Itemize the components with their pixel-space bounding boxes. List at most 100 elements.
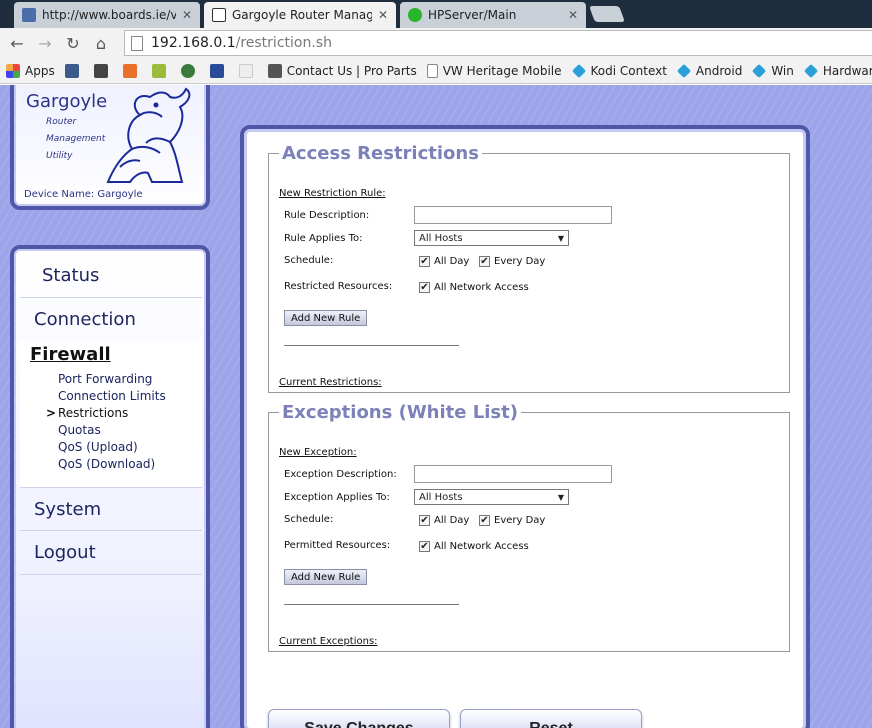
tab-gargoyle[interactable]: Gargoyle Router Manager ✕: [204, 2, 396, 28]
current-restrictions-label: Current Restrictions:: [279, 377, 382, 388]
url-path: /restriction.sh: [235, 35, 332, 51]
apps-grid-icon: [6, 63, 20, 78]
tab-hpserver[interactable]: HPServer/Main ✕: [400, 2, 586, 28]
bookmark-android[interactable]: Android: [676, 63, 743, 78]
bookmark-eye[interactable]: [180, 63, 200, 78]
add-new-exception-button[interactable]: Add New Rule: [284, 569, 368, 585]
divider: [284, 604, 459, 605]
reload-icon[interactable]: ↻: [62, 32, 84, 54]
current-page-arrow-icon: >: [46, 406, 57, 420]
bookmark-label: Win: [771, 63, 794, 78]
nav-logout[interactable]: Logout: [20, 531, 202, 575]
bookmark-win[interactable]: Win: [752, 63, 794, 78]
access-restrictions-section: Access Restrictions New Restriction Rule…: [268, 143, 790, 393]
kodi-icon: [803, 63, 818, 78]
new-restriction-label: New Restriction Rule:: [279, 188, 386, 199]
exception-applies-select[interactable]: All Hosts ▼: [414, 489, 569, 505]
dropdown-arrow-icon: ▼: [557, 492, 564, 502]
schedule-label: Schedule:: [284, 255, 334, 266]
checkbox-checked-icon: ✔: [419, 256, 430, 267]
nav-firewall[interactable]: Firewall: [30, 344, 111, 365]
nav-qos-upload[interactable]: QoS (Upload): [58, 440, 138, 454]
checkbox-label: Every Day: [494, 515, 546, 526]
all-network-access-checkbox[interactable]: ✔ All Network Access: [419, 282, 529, 293]
all-network-access-checkbox[interactable]: ✔ All Network Access: [419, 541, 529, 552]
bookmarks-bar: Apps Contact Us | Pro Parts VW Heritage …: [0, 58, 872, 84]
forward-arrow-icon[interactable]: →: [34, 32, 56, 54]
bookmark-hardware[interactable]: Hardware: [803, 63, 872, 78]
browser-toolbar: ← → ↻ ⌂ 192.168.0.1/restriction.sh: [0, 28, 872, 58]
logo-panel: Gargoyle Router Management Utility Devic…: [10, 85, 210, 210]
restricted-resources-label: Restricted Resources:: [284, 281, 393, 292]
checkbox-label: All Network Access: [434, 282, 529, 293]
checkbox-checked-icon: ✔: [419, 541, 430, 552]
select-value: All Hosts: [419, 232, 463, 244]
page-icon: [131, 35, 143, 51]
bookmark-icon: [122, 63, 137, 78]
close-icon[interactable]: ✕: [182, 8, 192, 22]
bookmark-icon: [238, 63, 253, 78]
green-dot-favicon-icon: [408, 8, 422, 22]
exceptions-section: Exceptions (White List) New Exception: E…: [268, 402, 790, 652]
nav-port-forwarding[interactable]: Port Forwarding: [58, 372, 152, 386]
main-navigation: Status Connection Firewall Port Forwardi…: [10, 245, 210, 728]
bookmark-lh[interactable]: [151, 63, 171, 78]
reset-button[interactable]: Reset: [460, 709, 642, 728]
checkbox-checked-icon: ✔: [479, 515, 490, 526]
checkbox-checked-icon: ✔: [479, 256, 490, 267]
section-title: Exceptions (White List): [282, 402, 518, 423]
bookmark-xda[interactable]: [238, 63, 258, 78]
bookmark-vw-heritage[interactable]: VW Heritage Mobile: [426, 63, 562, 78]
add-new-rule-button[interactable]: Add New Rule: [284, 310, 368, 326]
address-bar[interactable]: 192.168.0.1/restriction.sh: [124, 30, 872, 56]
bookmark-icon: [64, 63, 79, 78]
photo-icon: [267, 63, 282, 78]
nav-status[interactable]: Status: [20, 254, 202, 298]
bookmark-g[interactable]: [93, 63, 113, 78]
nav-system[interactable]: System: [20, 487, 202, 531]
bookmark-kodi-context[interactable]: Kodi Context: [571, 63, 667, 78]
bookmark-1[interactable]: [64, 63, 84, 78]
back-arrow-icon[interactable]: ←: [6, 32, 28, 54]
bookmark-j[interactable]: [122, 63, 142, 78]
logo-subtitle: Router: [46, 117, 77, 127]
url-host: 192.168.0.1: [151, 35, 236, 51]
page-content: Gargoyle Router Management Utility Devic…: [0, 85, 872, 728]
bookmark-contact-us[interactable]: Contact Us | Pro Parts: [267, 63, 417, 78]
page-icon: [426, 63, 438, 78]
nav-connection-limits[interactable]: Connection Limits: [58, 389, 166, 403]
rule-description-input[interactable]: [414, 206, 612, 224]
close-icon[interactable]: ✕: [378, 8, 388, 22]
every-day-checkbox[interactable]: ✔ Every Day: [479, 515, 545, 526]
bookmark-label: Android: [695, 63, 743, 78]
tab-title: http://www.boards.ie/vbul: [42, 8, 176, 22]
rule-applies-select[interactable]: All Hosts ▼: [414, 230, 569, 246]
all-day-checkbox[interactable]: ✔ All Day: [419, 256, 469, 267]
bookmark-label: Hardware: [822, 63, 872, 78]
gargoyle-favicon-icon: [212, 8, 226, 22]
tab-boards[interactable]: http://www.boards.ie/vbul ✕: [14, 2, 200, 28]
all-day-checkbox[interactable]: ✔ All Day: [419, 515, 469, 526]
bookmark-label: Contact Us | Pro Parts: [286, 63, 417, 78]
bookmark-label: VW Heritage Mobile: [442, 63, 562, 78]
bookmark-globe[interactable]: [209, 63, 229, 78]
close-icon[interactable]: ✕: [568, 8, 578, 22]
nav-restrictions[interactable]: Restrictions: [58, 406, 128, 420]
current-exceptions-label: Current Exceptions:: [279, 636, 378, 647]
save-changes-button[interactable]: Save Changes: [268, 709, 450, 728]
nav-qos-download[interactable]: QoS (Download): [58, 457, 155, 471]
bookmark-icon: [209, 63, 224, 78]
new-tab-button[interactable]: [589, 6, 625, 22]
home-icon[interactable]: ⌂: [90, 32, 112, 54]
gargoyle-logo-icon: [106, 87, 191, 183]
exception-description-input[interactable]: [414, 465, 612, 483]
every-day-checkbox[interactable]: ✔ Every Day: [479, 256, 545, 267]
checkbox-checked-icon: ✔: [419, 282, 430, 293]
bookmark-apps[interactable]: Apps: [6, 63, 55, 78]
checkbox-label: All Day: [434, 256, 470, 267]
dropdown-arrow-icon: ▼: [557, 233, 564, 243]
select-value: All Hosts: [419, 491, 463, 503]
device-name: Device Name: Gargoyle: [24, 189, 143, 200]
nav-connection[interactable]: Connection: [20, 298, 202, 342]
nav-quotas[interactable]: Quotas: [58, 423, 101, 437]
